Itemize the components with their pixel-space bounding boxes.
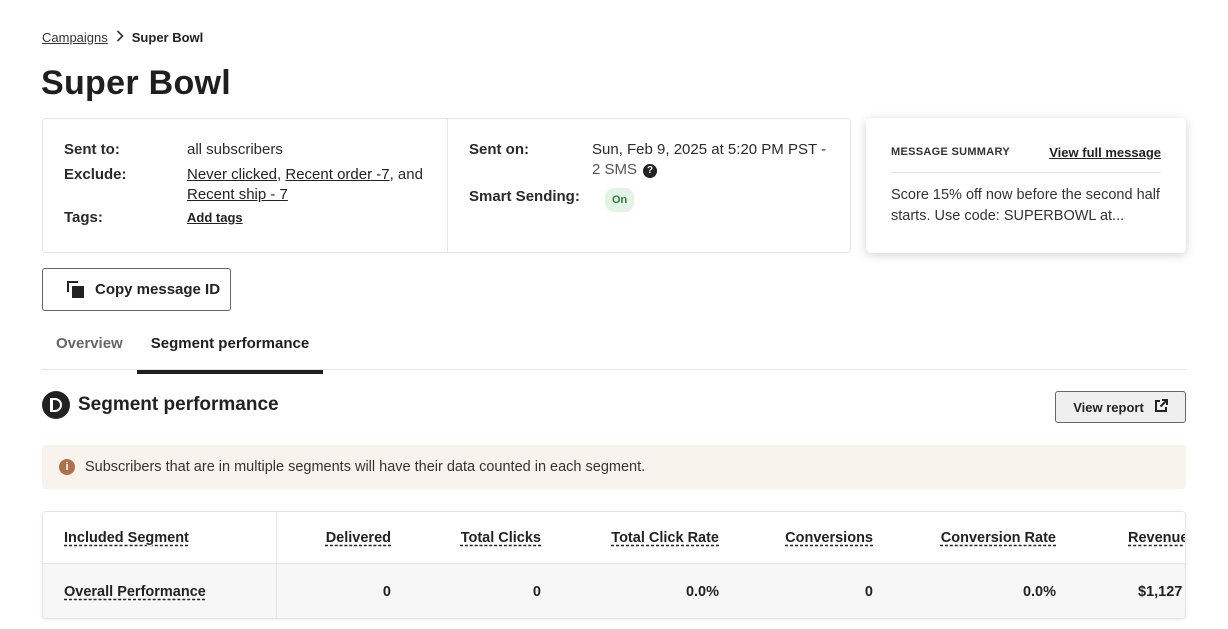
overall-performance-link[interactable]: Overall Performance: [64, 584, 206, 600]
column-header-total-click-rate[interactable]: Total Click Rate: [611, 530, 719, 546]
copy-icon: [67, 280, 85, 299]
sent-to-value: all subscribers: [187, 141, 283, 158]
column-header-included-segment[interactable]: Included Segment: [64, 530, 189, 546]
segment-performance-table: Included Segment Delivered Total Clicks …: [42, 511, 1186, 619]
external-link-icon: [1154, 398, 1168, 416]
breadcrumb-current: Super Bowl: [131, 29, 204, 45]
message-summary-text: Score 15% off now before the second half…: [891, 187, 1160, 224]
cell-conversion-rate: 0.0%: [1022, 584, 1056, 600]
smart-sending-label: Smart Sending:: [469, 188, 580, 205]
section-header: Segment performance: [42, 391, 279, 419]
cell-revenue: $1,127: [1138, 584, 1183, 600]
exclude-segment-link[interactable]: Never clicked: [187, 166, 277, 183]
multi-segment-notice: i Subscribers that are in multiple segme…: [42, 445, 1186, 489]
sent-to-label: Sent to:: [64, 141, 120, 158]
smart-sending-badge: On: [605, 188, 635, 212]
tab-segment-performance[interactable]: Segment performance: [137, 335, 323, 374]
info-icon: i: [59, 459, 75, 475]
breadcrumb: Campaigns Super Bowl: [42, 29, 203, 45]
cell-total-clicks: 0: [532, 584, 541, 600]
column-header-revenue[interactable]: Revenue: [1128, 530, 1185, 546]
notice-text: Subscribers that are in multiple segment…: [85, 459, 646, 475]
message-summary-header: MESSAGE SUMMARY View full message: [891, 118, 1161, 173]
exclude-value: Never clicked, Recent order -7, and Rece…: [187, 165, 434, 205]
cell-delivered: 0: [382, 584, 391, 600]
details-right-panel: Sent on: Sun, Feb 9, 2025 at 5:20 PM PST…: [448, 119, 850, 252]
exclude-separator: , and: [389, 166, 423, 183]
help-icon[interactable]: ?: [643, 164, 658, 178]
segment-icon: [42, 391, 70, 419]
tags-row: Tags: Add tags: [64, 208, 243, 228]
copy-message-id-label: Copy message ID: [95, 281, 221, 298]
tab-bar: Overview Segment performance: [42, 330, 1186, 374]
add-tags-link[interactable]: Add tags: [187, 210, 243, 225]
page-title: Super Bowl: [41, 64, 232, 102]
campaign-details-card: Sent to: all subscribers Exclude: Never …: [42, 118, 851, 253]
section-title: Segment performance: [78, 394, 279, 415]
exclude-segment-link[interactable]: Recent order -7: [285, 166, 389, 183]
message-summary-label: MESSAGE SUMMARY: [891, 146, 1010, 158]
message-summary-card: MESSAGE SUMMARY View full message Score …: [866, 118, 1186, 253]
sent-on-channel: 2 SMS: [592, 161, 638, 178]
column-header-conversion-rate[interactable]: Conversion Rate: [941, 530, 1056, 546]
view-full-message-link[interactable]: View full message: [1049, 145, 1161, 160]
exclude-row: Exclude: Never clicked, Recent order -7,…: [64, 165, 434, 205]
sent-to-row: Sent to: all subscribers: [64, 140, 283, 160]
cell-total-click-rate: 0.0%: [685, 584, 719, 600]
sent-on-value: Sun, Feb 9, 2025 at 5:20 PM PST -: [592, 141, 827, 158]
table-row: Overall Performance 0 0 0.0% 0 0.0% $1,1…: [43, 564, 1185, 618]
breadcrumb-campaigns-link[interactable]: Campaigns: [42, 30, 108, 45]
sent-on-label: Sent on:: [469, 141, 529, 158]
copy-message-id-button[interactable]: Copy message ID: [42, 268, 231, 311]
cell-conversions: 0: [864, 584, 873, 600]
column-header-conversions[interactable]: Conversions: [785, 530, 873, 546]
tab-overview[interactable]: Overview: [56, 335, 123, 370]
tags-label: Tags:: [64, 209, 103, 226]
view-report-label: View report: [1073, 399, 1144, 415]
chevron-right-icon: [116, 29, 124, 45]
column-header-total-clicks[interactable]: Total Clicks: [461, 530, 541, 546]
sent-on-row: Sent on: Sun, Feb 9, 2025 at 5:20 PM PST…: [469, 140, 839, 180]
exclude-segment-link[interactable]: Recent ship - 7: [187, 186, 288, 203]
smart-sending-row: Smart Sending: On: [469, 187, 635, 212]
column-header-delivered[interactable]: Delivered: [326, 530, 391, 546]
table-header-row: Included Segment Delivered Total Clicks …: [43, 512, 1185, 564]
view-report-button[interactable]: View report: [1055, 391, 1186, 423]
exclude-label: Exclude:: [64, 166, 127, 183]
details-left-panel: Sent to: all subscribers Exclude: Never …: [43, 119, 448, 252]
